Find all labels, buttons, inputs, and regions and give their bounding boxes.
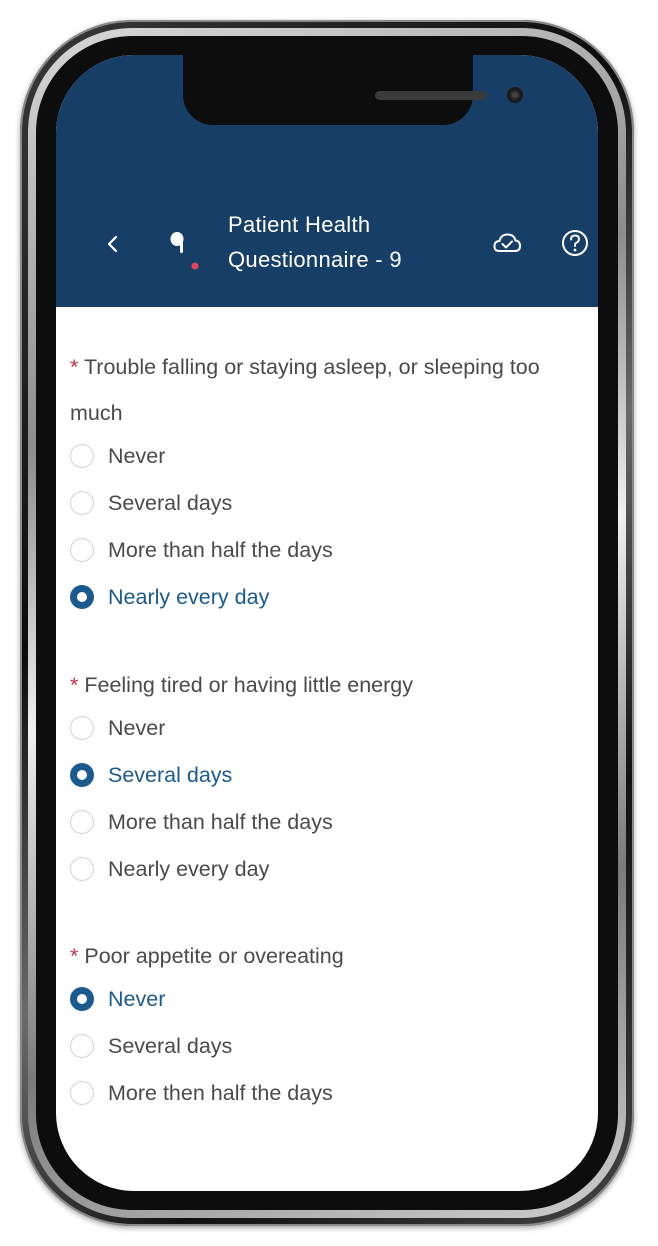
option-label-selected: Several days xyxy=(108,762,233,787)
phone-screen: Patient Health Questionnaire - 9 * Troub… xyxy=(56,55,598,1191)
option-label-selected: Nearly every day xyxy=(108,584,270,609)
option-q2-never[interactable]: Never xyxy=(70,708,550,748)
radio-button[interactable] xyxy=(70,716,94,740)
back-icon[interactable] xyxy=(100,227,126,261)
radio-button-selected[interactable] xyxy=(70,585,94,609)
radio-button-selected[interactable] xyxy=(70,987,94,1011)
option-q2-more-than-half[interactable]: More than half the days xyxy=(70,802,550,842)
radio-button[interactable] xyxy=(70,1034,94,1058)
option-q3-more-than-half[interactable]: More then half the days xyxy=(70,1073,550,1113)
option-q3-several-days[interactable]: Several days xyxy=(70,1026,550,1066)
option-q2-several-days[interactable]: Several days xyxy=(70,755,550,795)
option-label: More than half the days xyxy=(108,809,333,834)
radio-button[interactable] xyxy=(70,857,94,881)
question-text: Poor appetite or overeating xyxy=(84,944,344,968)
question-text: Feeling tired or having little energy xyxy=(84,673,414,697)
option-label: Never xyxy=(108,715,166,740)
question-text: Trouble falling or staying asleep, or sl… xyxy=(70,355,540,425)
radio-button[interactable] xyxy=(70,1081,94,1105)
radio-button-selected[interactable] xyxy=(70,763,94,787)
cloud-save-icon[interactable] xyxy=(492,228,522,258)
page-title-line-2: Questionnaire - 9 xyxy=(228,247,402,272)
question-3: * Poor appetite or overeating xyxy=(70,933,590,979)
radio-button[interactable] xyxy=(70,810,94,834)
option-q1-more-than-half[interactable]: More than half the days xyxy=(70,530,550,570)
phone-frame: Patient Health Questionnaire - 9 * Troub… xyxy=(20,20,634,1226)
page-title: Patient Health Questionnaire - 9 xyxy=(228,207,448,277)
question-1: * Trouble falling or staying asleep, or … xyxy=(70,344,590,436)
radio-button[interactable] xyxy=(70,491,94,515)
option-q2-nearly-every-day[interactable]: Nearly every day xyxy=(70,849,550,889)
microphone-icon[interactable] xyxy=(164,229,204,273)
option-label: Nearly every day xyxy=(108,856,270,881)
option-label: Never xyxy=(108,443,166,468)
option-q1-nearly-every-day[interactable]: Nearly every day xyxy=(70,577,550,617)
app-header: Patient Health Questionnaire - 9 xyxy=(56,55,598,307)
page-title-line-1: Patient Health xyxy=(228,212,371,237)
question-2: * Feeling tired or having little energy xyxy=(70,662,590,708)
front-camera xyxy=(507,87,523,103)
option-label: More than half the days xyxy=(108,537,333,562)
option-label: More then half the days xyxy=(108,1080,333,1105)
required-marker: * xyxy=(70,355,79,379)
option-label: Several days xyxy=(108,1033,233,1058)
speaker-grille xyxy=(375,91,487,100)
recording-dot xyxy=(191,262,199,270)
required-marker: * xyxy=(70,944,79,968)
option-label-selected: Never xyxy=(108,986,166,1011)
help-icon[interactable] xyxy=(560,228,590,258)
option-label: Several days xyxy=(108,490,233,515)
option-q1-never[interactable]: Never xyxy=(70,436,550,476)
radio-button[interactable] xyxy=(70,538,94,562)
option-q1-several-days[interactable]: Several days xyxy=(70,483,550,523)
radio-button[interactable] xyxy=(70,444,94,468)
required-marker: * xyxy=(70,673,79,697)
phone-notch xyxy=(183,55,523,125)
option-q3-never[interactable]: Never xyxy=(70,979,550,1019)
